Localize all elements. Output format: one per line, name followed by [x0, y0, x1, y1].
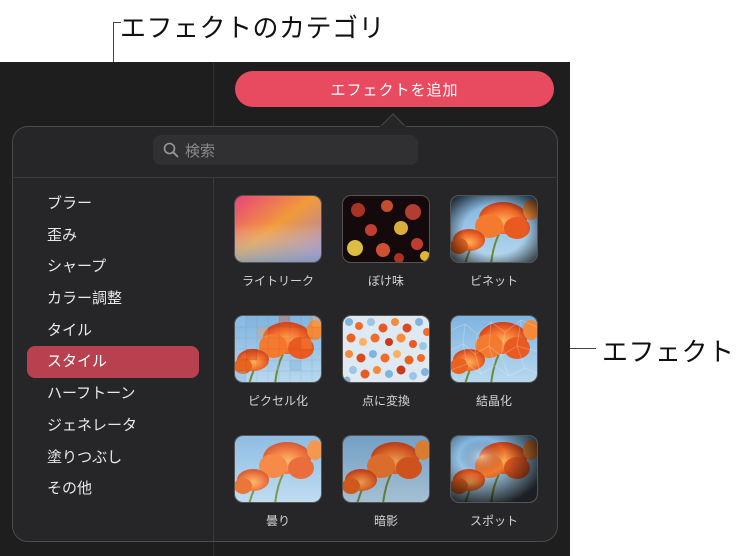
crystallize-thumbnail — [450, 315, 538, 383]
category-item-blur[interactable]: ブラー — [27, 188, 199, 220]
pixelate-thumbnail — [234, 315, 322, 383]
popover-column-divider — [213, 177, 214, 541]
pointillize-thumbnail — [342, 315, 430, 383]
search-field[interactable]: 検索 — [153, 135, 418, 165]
effect-label: ぼけ味 — [367, 274, 404, 288]
shadow-thumbnail — [342, 435, 430, 503]
effect-tile-shadow[interactable]: 暗影 — [342, 435, 430, 529]
bokeh-thumbnail — [342, 195, 430, 263]
effect-label: ピクセル化 — [247, 394, 308, 408]
effect-tile-pointillize[interactable]: 点に変換 — [342, 315, 430, 409]
effect-label: 暗影 — [373, 514, 398, 528]
effect-label: ライトリーク — [241, 274, 314, 288]
effects-callout: エフェクト — [602, 338, 735, 368]
vignette-thumbnail — [450, 195, 538, 263]
effect-label: スポット — [469, 514, 518, 528]
category-item-other[interactable]: その他 — [27, 473, 199, 505]
popover-header-divider — [12, 177, 558, 178]
effect-tile-spotlight[interactable]: スポット — [450, 435, 538, 529]
category-item-stylize[interactable]: スタイル — [27, 346, 199, 379]
effect-tile-crystallize[interactable]: 結晶化 — [450, 315, 538, 409]
category-item-tile[interactable]: タイル — [27, 315, 199, 347]
effect-tile-pixelate[interactable]: ピクセル化 — [234, 315, 322, 409]
category-item-halftone[interactable]: ハーフトーン — [27, 378, 199, 410]
category-item-distortion[interactable]: 歪み — [27, 220, 199, 252]
effect-tile-gloom[interactable]: 曇り — [234, 435, 322, 529]
effect-tile-bokeh[interactable]: ぼけ味 — [342, 195, 430, 289]
add-effect-button[interactable]: エフェクトを追加 — [235, 71, 554, 107]
effect-tile-light-leak[interactable]: ライトリーク — [234, 195, 322, 289]
category-item-fill[interactable]: 塗りつぶし — [27, 442, 199, 474]
popover-arrow — [380, 113, 406, 127]
effect-label: ビネット — [469, 274, 518, 288]
light-leak-thumbnail — [234, 195, 322, 263]
effect-tile-vignette[interactable]: ビネット — [450, 195, 538, 289]
effect-label: 結晶化 — [475, 394, 512, 408]
spotlight-thumbnail — [450, 435, 538, 503]
category-item-generator[interactable]: ジェネレータ — [27, 410, 199, 442]
categories-callout-line-cap — [113, 22, 121, 23]
search-placeholder: 検索 — [185, 141, 216, 160]
category-item-sharpen[interactable]: シャープ — [27, 251, 199, 283]
gloom-thumbnail — [234, 435, 322, 503]
search-icon — [163, 142, 179, 158]
effect-categories-callout: エフェクトのカテゴリ — [120, 14, 386, 44]
effect-label: 点に変換 — [361, 394, 410, 408]
effect-label: 曇り — [265, 514, 290, 528]
category-list: ブラー 歪み シャープ カラー調整 タイル スタイル ハーフトーン ジェネレータ… — [27, 188, 199, 505]
category-item-color-adjust[interactable]: カラー調整 — [27, 283, 199, 315]
